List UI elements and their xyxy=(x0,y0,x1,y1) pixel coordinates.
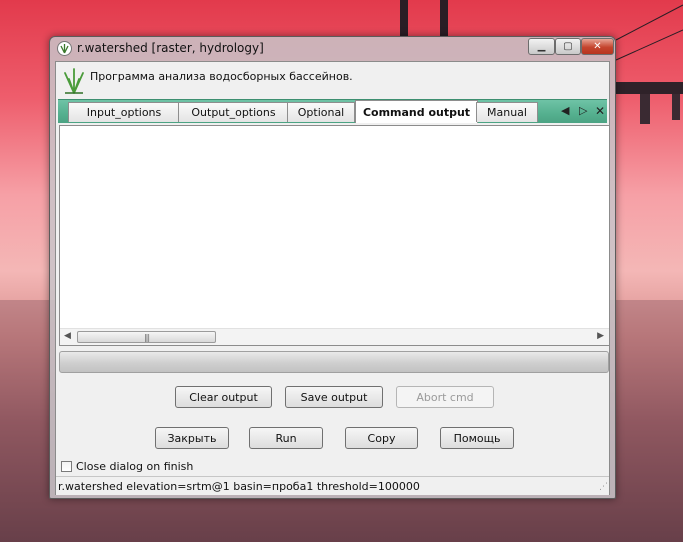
dialog-window: r.watershed [raster, hydrology] ▁ ▢ ✕ Пр… xyxy=(49,36,616,499)
close-icon: ✕ xyxy=(593,41,602,52)
command-output-area[interactable]: ◀ ||| ▶ xyxy=(59,125,610,346)
scroll-left-icon[interactable]: ◀ xyxy=(64,331,71,341)
tab-output-options[interactable]: Output_options xyxy=(178,102,289,122)
scrollbar-thumb[interactable]: ||| xyxy=(77,331,216,343)
status-bar: r.watershed elevation=srtm@1 basin=проба… xyxy=(56,476,609,495)
grip-icon: ||| xyxy=(143,332,150,342)
triangle-left-icon[interactable]: ◀ xyxy=(561,104,569,117)
close-button[interactable]: Закрыть xyxy=(155,427,229,449)
close-window-button[interactable]: ✕ xyxy=(581,38,614,55)
tab-optional[interactable]: Optional xyxy=(287,102,355,122)
close-dialog-label: Close dialog on finish xyxy=(76,459,194,473)
abort-cmd-button[interactable]: Abort cmd xyxy=(396,386,494,408)
dialog-client-area: Программа анализа водосборных бассейнов.… xyxy=(55,61,610,495)
notebook-tabs: Input_options Output_options Optional Co… xyxy=(58,99,607,123)
resize-grip-icon[interactable]: ⋰ xyxy=(599,482,608,492)
window-title: r.watershed [raster, hydrology] xyxy=(77,41,264,55)
scroll-right-icon[interactable]: ▶ xyxy=(597,331,604,341)
close-dialog-checkbox[interactable] xyxy=(61,460,72,472)
title-bar[interactable]: r.watershed [raster, hydrology] ▁ ▢ ✕ xyxy=(50,37,615,61)
minimize-button[interactable]: ▁ xyxy=(528,38,555,55)
maximize-icon: ▢ xyxy=(563,41,573,52)
grass-icon xyxy=(57,41,72,56)
description-row: Программа анализа водосборных бассейнов. xyxy=(56,62,609,97)
minimize-icon: ▁ xyxy=(537,41,546,52)
grass-logo-icon xyxy=(64,68,84,94)
save-output-button[interactable]: Save output xyxy=(285,386,383,408)
help-button[interactable]: Помощь xyxy=(440,427,514,449)
run-button[interactable]: Run xyxy=(249,427,323,449)
maximize-button[interactable]: ▢ xyxy=(555,38,581,55)
tab-close-icon[interactable]: ✕ xyxy=(595,104,605,118)
module-description: Программа анализа водосборных бассейнов. xyxy=(90,70,353,83)
close-dialog-checkbox-row[interactable]: Close dialog on finish xyxy=(61,458,193,474)
triangle-right-icon[interactable]: ▷ xyxy=(579,104,587,117)
tab-command-output[interactable]: Command output xyxy=(355,100,478,123)
clear-output-button[interactable]: Clear output xyxy=(175,386,272,408)
copy-button[interactable]: Copy xyxy=(345,427,418,449)
tab-manual[interactable]: Manual xyxy=(476,102,538,122)
command-line-status: r.watershed elevation=srtm@1 basin=проба… xyxy=(58,480,420,493)
progress-bar xyxy=(59,351,609,373)
tab-input-options[interactable]: Input_options xyxy=(68,102,180,122)
horizontal-scrollbar[interactable]: ◀ ||| ▶ xyxy=(60,328,609,345)
